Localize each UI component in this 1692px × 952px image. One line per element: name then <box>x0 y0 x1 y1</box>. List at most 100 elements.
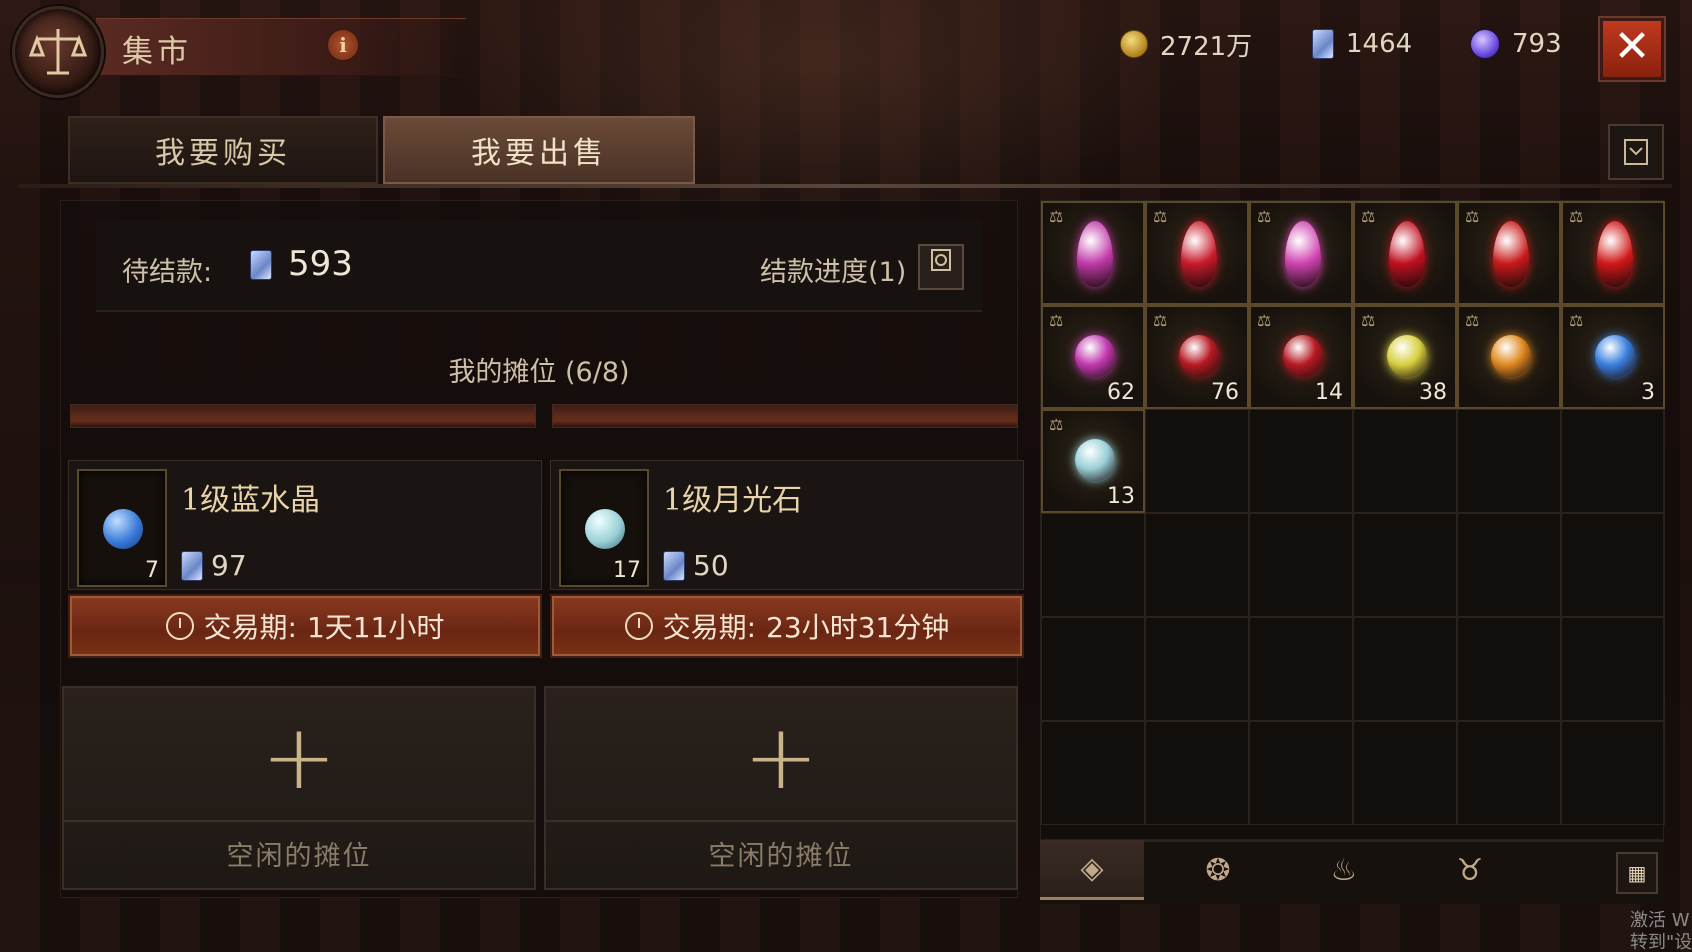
item-count: 3 <box>1641 380 1655 405</box>
item-count: 13 <box>1107 484 1135 509</box>
inventory-empty-slot[interactable] <box>1041 617 1145 721</box>
inventory-empty-slot[interactable] <box>1561 409 1665 513</box>
tradeable-scale-icon: ⚖ <box>1153 311 1168 330</box>
tab-divider <box>18 184 1672 188</box>
listing-item-name: 1级蓝水晶 <box>181 483 321 518</box>
inventory-empty-slot[interactable] <box>1145 617 1249 721</box>
gem-icon <box>1077 221 1113 287</box>
inventory-gem-slot[interactable]: ⚖ <box>1353 201 1457 305</box>
trade-period-label: 交易期: <box>203 611 297 644</box>
my-stall-title: 我的摊位 (6/8) <box>448 357 630 388</box>
inventory-gem-slot[interactable]: ⚖ <box>1561 201 1665 305</box>
gem-icon <box>1597 221 1633 287</box>
inventory-empty-slot[interactable] <box>1457 409 1561 513</box>
orb-currency-icon <box>1470 29 1500 59</box>
tab-buy[interactable]: 我要购买 <box>68 116 378 184</box>
add-icon: + <box>261 705 337 810</box>
listing-card-1[interactable]: 7 1级蓝水晶 97 <box>68 460 542 590</box>
trade-period-label: 交易期: <box>662 611 757 644</box>
tradeable-scale-icon: ⚖ <box>1465 311 1480 330</box>
listing-card-2[interactable]: 17 1级月光石 50 <box>550 460 1024 590</box>
inventory-empty-slot[interactable] <box>1041 513 1145 617</box>
scroll-amount: 1464 <box>1346 29 1413 59</box>
close-button[interactable]: ✕ <box>1600 18 1664 80</box>
payment-progress-button[interactable] <box>918 244 964 290</box>
item-count: 76 <box>1211 380 1239 405</box>
divider <box>546 820 1016 822</box>
pending-value: 593 <box>288 244 353 284</box>
inventory-empty-slot[interactable] <box>1249 409 1353 513</box>
tradeable-scale-icon: ⚖ <box>1049 415 1064 434</box>
inventory-gem-slot[interactable]: ⚖ 62 <box>1041 305 1145 409</box>
inventory-empty-slot[interactable] <box>1561 617 1665 721</box>
gem-tab-icon[interactable]: ◈ <box>1040 840 1144 900</box>
inventory-empty-slot[interactable] <box>1353 721 1457 825</box>
inventory-empty-slot[interactable] <box>1457 617 1561 721</box>
inventory-gem-slot[interactable]: ⚖ 14 <box>1249 305 1353 409</box>
watermark-line-1: 激活 W <box>1630 910 1690 931</box>
inventory-gem-slot[interactable]: ⚖ <box>1457 305 1561 409</box>
inventory-gem-slot[interactable]: ⚖ 76 <box>1145 305 1249 409</box>
rune-tab-icon[interactable]: ❂ <box>1166 840 1270 900</box>
inventory-empty-slot[interactable] <box>1457 513 1561 617</box>
listing-item-slot[interactable]: 7 <box>77 469 167 587</box>
divider <box>64 820 534 822</box>
inventory-empty-slot[interactable] <box>1353 617 1457 721</box>
listing-item-name: 1级月光石 <box>663 483 803 518</box>
tradeable-scale-icon: ⚖ <box>1257 311 1272 330</box>
listing-item-count: 7 <box>145 558 159 583</box>
inventory-empty-slot[interactable] <box>1041 721 1145 825</box>
gem-icon <box>1181 221 1217 287</box>
info-button[interactable]: i <box>326 28 360 62</box>
orb-amount: 793 <box>1512 29 1562 59</box>
inventory-empty-slot[interactable] <box>1145 721 1249 825</box>
receipt-icon <box>931 249 951 271</box>
inventory-empty-slot[interactable] <box>1249 513 1353 617</box>
trade-period-2: 交易期: 23小时31分钟 <box>550 594 1024 658</box>
empty-slot-label: 空闲的摊位 <box>708 841 854 872</box>
bag-tab-icon[interactable]: ♨ <box>1292 840 1396 900</box>
history-button[interactable] <box>1608 124 1664 180</box>
inventory-empty-slot[interactable] <box>1249 617 1353 721</box>
listing-item-count: 17 <box>613 558 641 583</box>
gem-icon <box>1595 335 1635 377</box>
empty-slot-label: 空闲的摊位 <box>226 841 372 872</box>
item-count: 38 <box>1419 380 1447 405</box>
top-bar: 集市 i 2721万 1464 793 ✕ <box>0 0 1692 100</box>
inventory-empty-slot[interactable] <box>1145 409 1249 513</box>
item-count: 62 <box>1107 380 1135 405</box>
inventory-gem-slot[interactable]: ⚖ 13 <box>1041 409 1145 513</box>
inventory-empty-slot[interactable] <box>1249 721 1353 825</box>
gem-icon <box>1075 439 1115 481</box>
history-icon <box>1624 139 1648 165</box>
inventory-empty-slot[interactable] <box>1561 721 1665 825</box>
demon-tab-icon[interactable]: ♉ <box>1418 840 1522 900</box>
inventory-gem-slot[interactable]: ⚖ <box>1249 201 1353 305</box>
inventory-gem-slot[interactable]: ⚖ <box>1041 201 1145 305</box>
inventory-empty-slot[interactable] <box>1561 513 1665 617</box>
grid-view-icon[interactable]: ▦ <box>1616 852 1658 894</box>
inventory-gem-slot[interactable]: ⚖ 38 <box>1353 305 1457 409</box>
inventory-empty-slot[interactable] <box>1353 513 1457 617</box>
gem-icon <box>1493 221 1529 287</box>
inventory-gem-slot[interactable]: ⚖ <box>1457 201 1561 305</box>
empty-stall-slot-2[interactable]: + 空闲的摊位 <box>544 686 1018 890</box>
price-scroll-icon <box>181 550 203 581</box>
inventory-gem-slot[interactable]: ⚖ <box>1145 201 1249 305</box>
inventory-empty-slot[interactable] <box>1457 721 1561 825</box>
trade-period-1: 交易期: 1天11小时 <box>68 594 542 658</box>
inventory-gem-slot[interactable]: ⚖ 3 <box>1561 305 1665 409</box>
scroll-currency-icon <box>1312 29 1334 59</box>
tradeable-scale-icon: ⚖ <box>1361 207 1376 226</box>
tradeable-scale-icon: ⚖ <box>1049 207 1064 226</box>
tab-sell[interactable]: 我要出售 <box>383 116 695 184</box>
orb-currency: 793 <box>1470 26 1562 62</box>
listing-item-slot[interactable]: 17 <box>559 469 649 587</box>
gem-icon <box>1387 335 1427 377</box>
tradeable-scale-icon: ⚖ <box>1153 207 1168 226</box>
inventory-empty-slot[interactable] <box>1353 409 1457 513</box>
gold-currency: 2721万 <box>1120 26 1252 62</box>
inventory-empty-slot[interactable] <box>1145 513 1249 617</box>
gem-icon <box>1491 335 1531 377</box>
empty-stall-slot-1[interactable]: + 空闲的摊位 <box>62 686 536 890</box>
